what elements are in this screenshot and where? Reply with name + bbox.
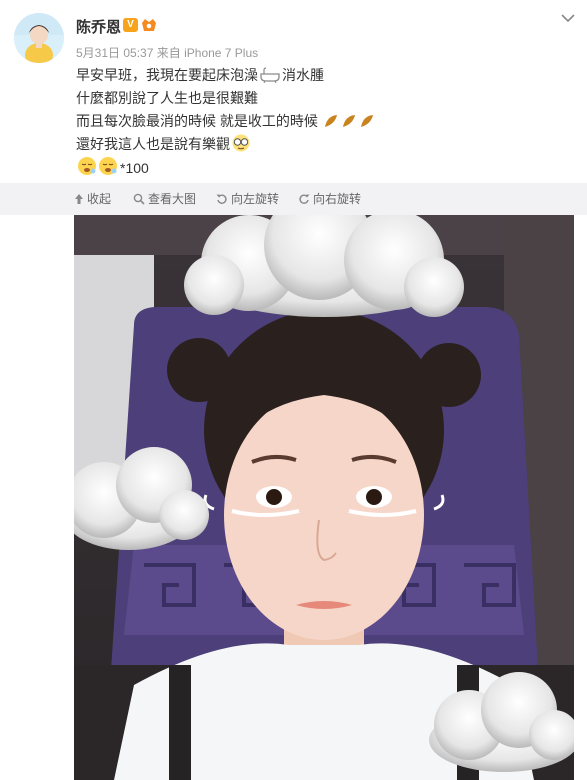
post-content: 早安早班，我現在要起床泡澡 消水腫 什麼都別說了人生也是很艱難 而且每次臉最消的時… bbox=[76, 64, 576, 179]
sleepy-face-icon bbox=[77, 156, 119, 183]
collapse-button[interactable]: 收起 bbox=[74, 183, 111, 215]
username[interactable]: 陈乔恩 bbox=[76, 16, 121, 37]
rotate-left-label: 向左旋转 bbox=[231, 192, 280, 206]
selfie-image bbox=[74, 215, 574, 780]
post-line-5: *100 bbox=[76, 156, 576, 179]
chevron-down-icon[interactable] bbox=[561, 13, 575, 23]
collapse-label: 收起 bbox=[87, 192, 112, 206]
post-line-1: 早安早班，我現在要起床泡澡 消水腫 bbox=[76, 64, 576, 87]
cloud-top bbox=[184, 215, 464, 317]
magnifier-icon bbox=[133, 185, 145, 217]
rotate-left-button[interactable]: 向左旋转 bbox=[216, 183, 279, 215]
verified-badge[interactable]: V bbox=[123, 18, 138, 32]
post-meta: 5月31日 05:37 来自 iPhone 7 Plus bbox=[76, 44, 258, 61]
post-text-1a: 早安早班，我現在要起床泡澡 bbox=[76, 67, 258, 83]
post-line-3: 而且每次臉最消的時候 就是收工的時候 bbox=[76, 110, 576, 133]
post-source: iPhone 7 Plus bbox=[184, 46, 259, 60]
post-text-4: 還好我這人也是說有樂觀 bbox=[76, 136, 230, 152]
member-icon[interactable] bbox=[141, 18, 157, 32]
bathtub-icon bbox=[259, 67, 281, 90]
arrow-up-icon bbox=[74, 185, 84, 217]
post-line-4: 還好我這人也是說有樂觀 bbox=[76, 133, 576, 156]
rotate-left-icon bbox=[216, 185, 228, 217]
glasses-face-icon bbox=[231, 134, 251, 159]
leaf-icon bbox=[323, 113, 377, 136]
post-text-1b: 消水腫 bbox=[282, 67, 324, 83]
post-text-5: *100 bbox=[120, 160, 149, 176]
post-photo[interactable] bbox=[74, 215, 574, 780]
rotate-right-button[interactable]: 向右旋转 bbox=[298, 183, 361, 215]
post-line-2: 什麼都別說了人生也是很艱難 bbox=[76, 90, 258, 106]
image-toolbar: 收起 查看大图 向左旋转 向右旋转 bbox=[0, 183, 587, 215]
avatar[interactable] bbox=[14, 13, 64, 63]
post-header: 陈乔恩 V 5月31日 05:37 来自 iPhone 7 Plus bbox=[0, 0, 587, 68]
view-large-label: 查看大图 bbox=[148, 192, 197, 206]
post-text-3: 而且每次臉最消的時候 就是收工的時候 bbox=[76, 113, 318, 129]
source-prefix: 来自 bbox=[156, 46, 181, 60]
view-large-button[interactable]: 查看大图 bbox=[133, 183, 196, 215]
rotate-right-icon bbox=[298, 185, 310, 217]
post-time[interactable]: 5月31日 05:37 bbox=[76, 46, 153, 60]
rotate-right-label: 向右旋转 bbox=[313, 192, 362, 206]
